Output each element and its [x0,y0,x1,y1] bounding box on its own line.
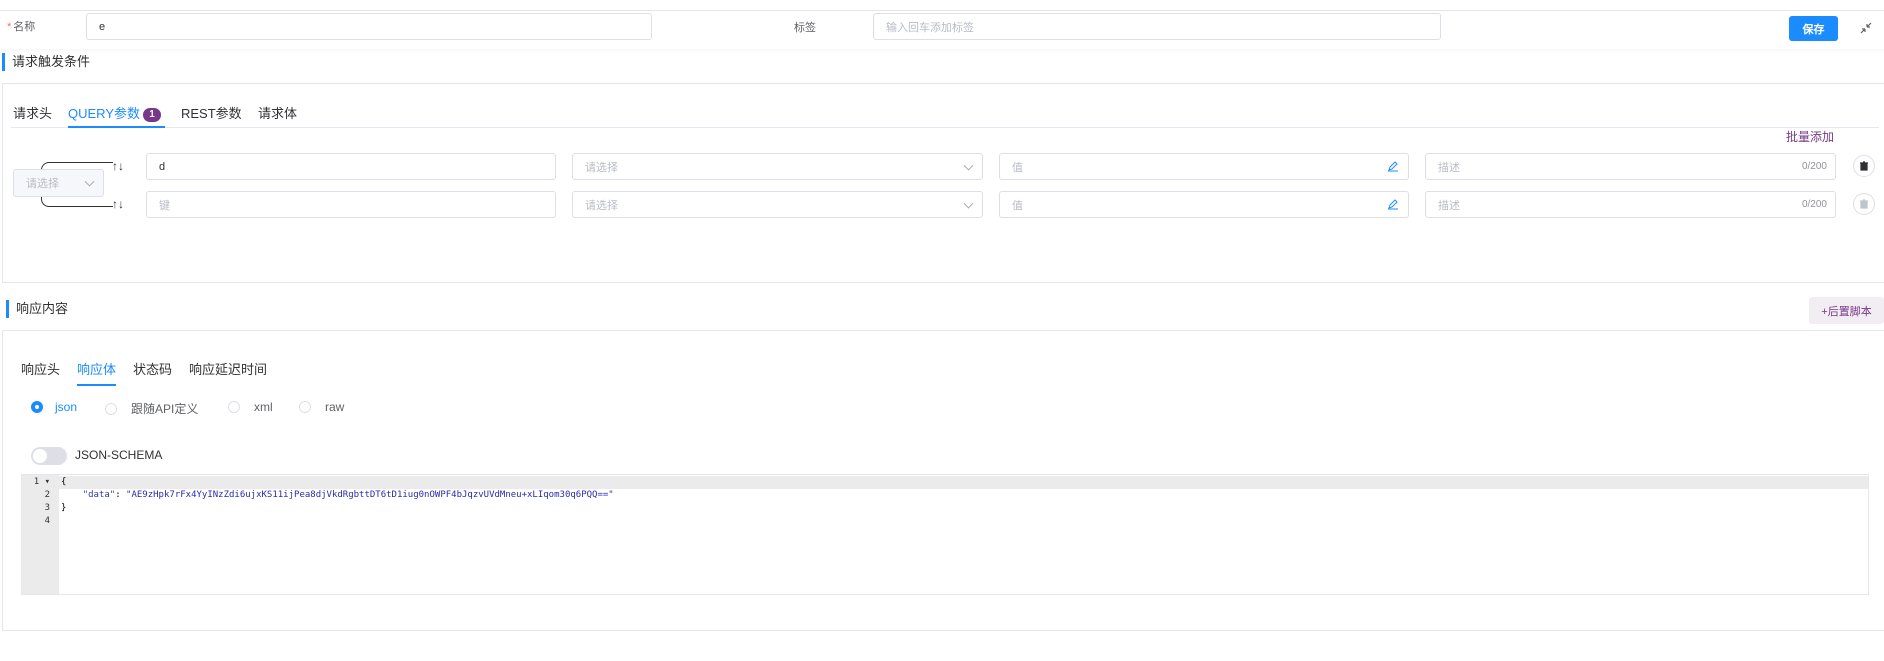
radio-circle [105,402,117,415]
line-number: 4 [44,516,50,526]
condition-select[interactable]: 请选择 [572,153,983,180]
name-input[interactable]: e [86,13,652,40]
chevron-down-icon [963,160,974,171]
tab-rest-params[interactable]: REST参数 [181,103,242,122]
sort-arrows-icon[interactable]: ↑↓ [112,197,124,211]
json-code-editor[interactable]: 1 ▾ 2 3 4 { "data": "AE9zHpk7rFx4YyINzZd… [21,474,1869,595]
tab-request-body[interactable]: 请求体 [258,103,297,122]
tag-input[interactable]: 输入回车添加标签 [873,13,1441,40]
json-string-value: "AE9zHpk7rFx4YyINzZdi6ujxKS11ijPea8djVkd… [126,490,614,500]
tag-label: 标签 [794,22,816,34]
json-schema-toggle[interactable] [31,447,67,465]
required-mark: * [7,21,12,33]
delete-row-button[interactable] [1853,155,1875,177]
query-count-badge: 1 [143,107,161,122]
response-title: 响应内容 [6,300,68,318]
editor-gutter: 1 ▾ 2 3 4 [22,475,59,594]
name-label: * 名称 [7,21,36,33]
save-button[interactable]: 保存 [1789,16,1838,41]
response-panel: 响应头 响应体 状态码 响应延迟时间 json 跟随API定义 xml raw … [2,330,1884,631]
tab-status-code[interactable]: 状态码 [133,359,172,378]
char-counter: 0/200 [1801,161,1827,172]
header-bar: * 名称 e 标签 输入回车添加标签 保存 [0,11,1884,49]
json-key: "data" [82,490,116,500]
tab-request-header[interactable]: 请求头 [13,103,52,122]
char-counter: 0/200 [1801,199,1827,210]
radio-circle [31,401,43,413]
active-tab-indicator [77,384,116,386]
line-number: 3 [44,503,50,513]
delete-row-button[interactable] [1853,193,1875,215]
edit-pen-icon[interactable] [1387,198,1399,213]
tabs-divider [11,127,1879,128]
chevron-down-icon [84,176,95,187]
query-value-input[interactable]: 值 [999,153,1409,180]
radio-xml[interactable]: xml [228,400,273,414]
code-line: { [59,476,1868,489]
json-schema-label: JSON-SCHEMA [75,448,163,462]
logic-select[interactable]: 请选择 [13,169,104,197]
active-tab-indicator [68,126,165,128]
query-description-input[interactable]: 描述 0/200 [1425,191,1836,218]
edit-pen-icon[interactable] [1387,160,1399,175]
line-number: 2 [44,490,50,500]
editor-content: { "data": "AE9zHpk7rFx4YyINzZdi6ujxKS11i… [59,476,1868,528]
query-key-input[interactable]: d [146,153,556,180]
radio-follow-api[interactable]: 跟随API定义 [105,400,198,417]
code-line: "data": "AE9zHpk7rFx4YyINzZdi6ujxKS11ijP… [82,490,614,500]
tab-query-params[interactable]: QUERY参数 1 [68,103,161,122]
query-key-input[interactable]: 键 [146,191,556,218]
request-conditions-panel: 请求头 QUERY参数 1 REST参数 请求体 批量添加 请选择 ↑↓ d 请选… [2,83,1884,283]
tab-response-header[interactable]: 响应头 [21,359,60,378]
line-number: 1 ▾ [33,477,50,487]
trash-icon [1860,161,1868,171]
radio-circle [299,401,311,413]
radio-json[interactable]: json [31,400,77,414]
trash-icon [1860,199,1868,209]
query-description-input[interactable]: 描述 0/200 [1425,153,1836,180]
radio-circle [228,401,240,413]
batch-add-link[interactable]: 批量添加 [1786,128,1834,145]
query-value-input[interactable]: 值 [999,191,1409,218]
shrink-arrows-icon[interactable] [1858,20,1874,36]
post-script-button[interactable]: +后置脚本 [1809,297,1884,324]
code-line: } [61,503,67,513]
tab-response-body[interactable]: 响应体 [77,359,116,378]
request-conditions-title: 请求触发条件 [2,53,90,71]
sort-arrows-icon[interactable]: ↑↓ [112,159,124,173]
radio-raw[interactable]: raw [299,400,344,414]
tab-response-delay[interactable]: 响应延迟时间 [189,359,267,378]
chevron-down-icon [963,198,974,209]
condition-select[interactable]: 请选择 [572,191,983,218]
